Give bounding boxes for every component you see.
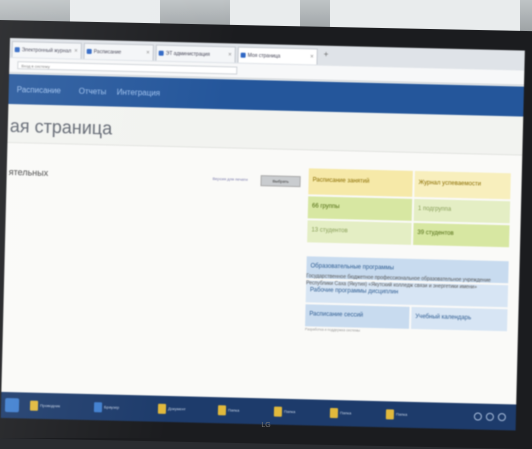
browser-tab[interactable]: Расписание × (83, 42, 154, 61)
taskbar-item[interactable]: Папка (273, 404, 323, 421)
tab-label: Электронный журнал (21, 47, 72, 55)
folder-icon (217, 405, 227, 416)
taskbar-item[interactable]: Папка (385, 406, 435, 423)
nav-item-integration[interactable]: Интеграция (117, 88, 161, 98)
monitor-brand-logo: LG (261, 422, 271, 429)
taskbar-item[interactable]: Проводник (29, 398, 85, 415)
folder-icon (273, 406, 283, 417)
start-button[interactable] (4, 397, 20, 413)
taskbar-item-label: Папка (339, 410, 352, 416)
page-icon (240, 52, 246, 58)
close-icon[interactable]: × (228, 47, 232, 62)
tile-curriculum[interactable]: Учебный календарь (411, 306, 508, 332)
page-icon (158, 50, 164, 56)
folder-icon (385, 409, 395, 420)
tab-label: Моя страница (247, 52, 281, 60)
browser-tab[interactable]: Электронный журнал × (11, 41, 82, 59)
browser-tab[interactable]: ЭТ администрация × (155, 44, 236, 63)
taskbar-item-label: Папка (283, 408, 296, 415)
network-icon[interactable] (473, 412, 482, 421)
tile-groups[interactable]: 66 группы (307, 196, 413, 221)
close-icon[interactable]: × (74, 44, 78, 59)
new-tab-icon[interactable]: + (324, 50, 329, 59)
folder-icon (157, 403, 167, 414)
tile-journal[interactable]: Журнал успеваемости (414, 170, 511, 200)
close-icon[interactable]: × (146, 45, 150, 60)
tile-students-active[interactable]: 39 студентов (413, 222, 510, 248)
browser-icon (93, 402, 103, 413)
tile-schedule[interactable]: Расписание занятий (308, 168, 413, 197)
page-icon (14, 47, 20, 53)
section-label: ятельных (8, 167, 49, 178)
taskbar-item[interactable]: Документ (157, 401, 211, 418)
folder-icon (329, 407, 339, 419)
print-link[interactable]: Версия для печати (213, 176, 248, 182)
nav-item-reports[interactable]: Отчеты (79, 87, 107, 97)
nav-item-schedule[interactable]: Расписание (17, 85, 61, 95)
taskbar-item-label: Проводник (39, 402, 61, 409)
monitor-screen: Электронный журнал × Расписание × ЭТ адм… (0, 38, 525, 431)
tab-label: ЭТ администрация (165, 50, 210, 58)
taskbar-item[interactable]: Папка (217, 402, 267, 419)
taskbar-item[interactable]: Браузер (93, 399, 151, 416)
taskbar-item[interactable]: Папка (329, 405, 379, 422)
tile-sessions[interactable]: Расписание сессий (305, 304, 410, 329)
close-icon[interactable]: × (310, 49, 314, 64)
taskbar-item-label: Папка (227, 407, 240, 413)
folder-icon (29, 400, 39, 411)
tab-label: Расписание (93, 49, 122, 56)
address-input[interactable]: Вход в систему (17, 61, 238, 75)
clock-icon[interactable] (497, 413, 506, 422)
taskbar-item-label: Документ (167, 405, 186, 412)
tile-subgroups[interactable]: 1 подгруппа (413, 198, 511, 224)
volume-icon[interactable] (485, 412, 494, 421)
taskbar-item-label: Браузер (103, 404, 120, 410)
browser-tab-active[interactable]: Моя страница × (237, 46, 318, 65)
select-button[interactable]: Выбрать (260, 175, 301, 188)
tile-students-total[interactable]: 13 студентов (307, 220, 412, 245)
page-content: ятельных Версия для печати Выбрать Распи… (1, 141, 523, 406)
taskbar-item-label: Папка (395, 411, 408, 417)
page-icon (86, 48, 92, 54)
page-title: ая страница (9, 116, 113, 139)
